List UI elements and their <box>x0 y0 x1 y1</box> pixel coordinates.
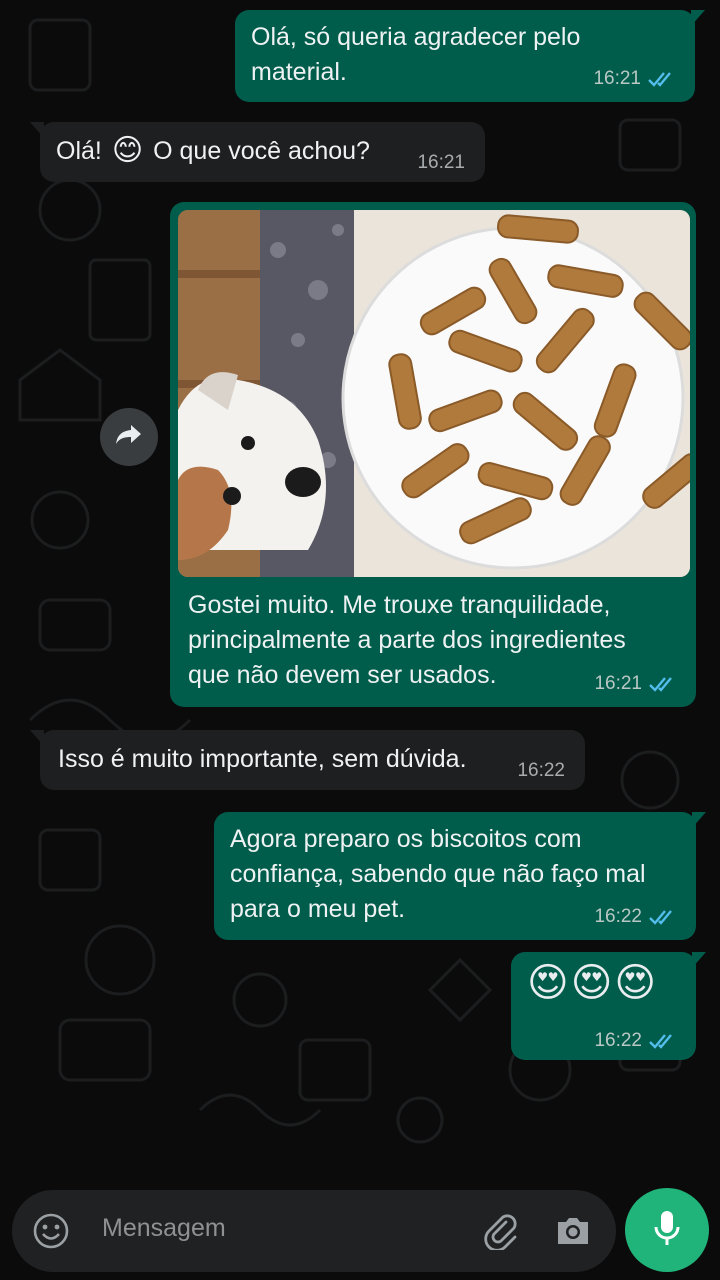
read-ticks-icon <box>647 71 675 87</box>
message-time: 16:22 <box>517 760 565 781</box>
smiling-emoji: 😊 <box>111 134 144 167</box>
message-meta: 16:22 <box>594 906 676 928</box>
message-meta: 16:22 <box>517 760 565 782</box>
outgoing-message[interactable]: Agora preparo os biscoitos com confiança… <box>214 812 706 940</box>
read-ticks-icon <box>648 909 676 925</box>
outgoing-image-message[interactable]: Gostei muito. Me trouxe tranquilidade, p… <box>170 202 696 707</box>
emoji-icon[interactable] <box>32 1212 70 1255</box>
incoming-message[interactable]: Isso é muito importante, sem dúvida. 16:… <box>30 730 585 790</box>
camera-icon[interactable] <box>554 1214 592 1253</box>
dog-and-bone-biscuits-photo[interactable] <box>178 210 690 577</box>
voice-message-button[interactable] <box>625 1188 709 1272</box>
heart-eyes-emojis: 😍😍😍 <box>527 961 659 1005</box>
message-meta: 16:22 <box>594 1030 676 1052</box>
outgoing-emoji-message[interactable]: 😍😍😍 16:22 <box>511 952 706 1060</box>
message-time: 16:21 <box>417 152 465 173</box>
forward-icon <box>115 423 143 452</box>
microphone-icon <box>652 1209 682 1252</box>
message-time: 16:21 <box>593 68 641 89</box>
forward-button[interactable] <box>100 408 158 466</box>
message-text: Isso é muito importante, sem dúvida. <box>58 745 467 773</box>
message-input[interactable]: Mensagem <box>102 1214 226 1243</box>
outgoing-message[interactable]: Olá, só queria agradecer pelo material. … <box>235 10 705 102</box>
attach-icon[interactable] <box>482 1212 518 1255</box>
message-time: 16:21 <box>594 673 642 694</box>
message-meta: 16:21 <box>417 152 465 174</box>
message-text: Olá! 😊 O que você achou? <box>56 134 370 167</box>
message-composer: Mensagem <box>12 1190 616 1272</box>
read-ticks-icon <box>648 676 676 692</box>
message-time: 16:22 <box>594 1030 642 1051</box>
incoming-message[interactable]: Olá! 😊 O que você achou? 16:21 <box>30 122 485 182</box>
message-meta: 16:21 <box>594 673 676 695</box>
message-meta: 16:21 <box>593 68 675 90</box>
read-ticks-icon <box>648 1033 676 1049</box>
message-time: 16:22 <box>594 906 642 927</box>
